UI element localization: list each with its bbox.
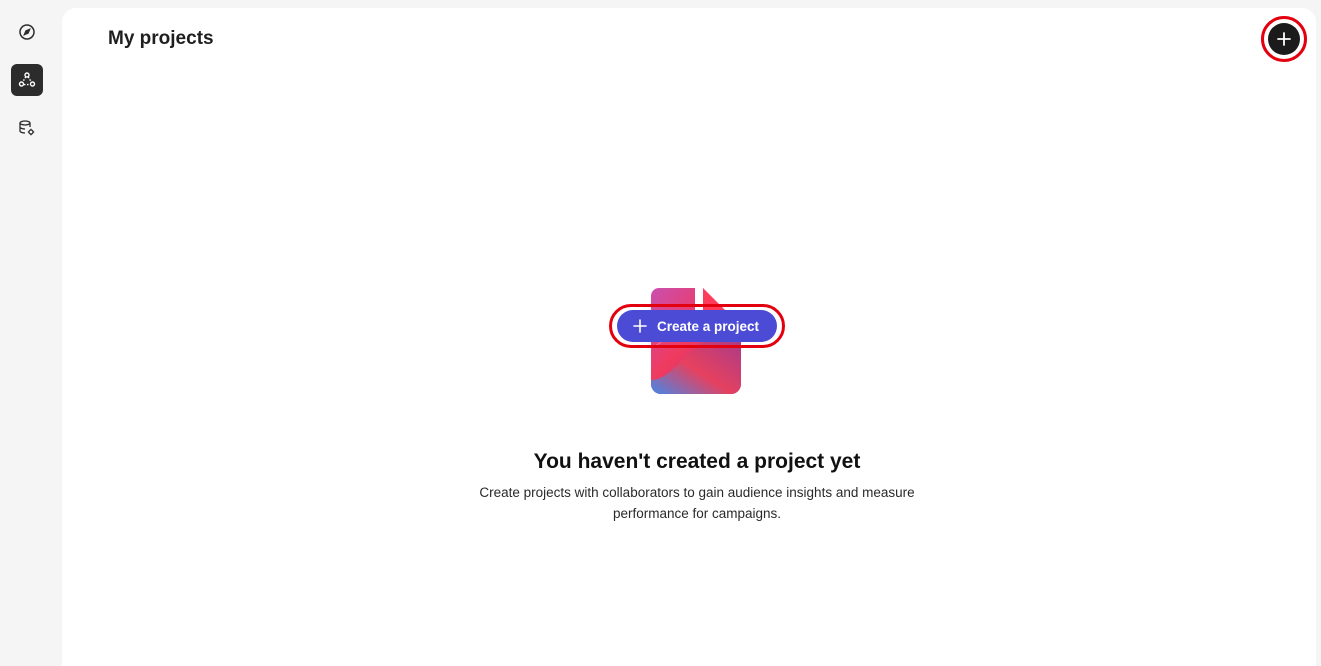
empty-state-title: You haven't created a project yet	[533, 450, 861, 473]
create-project-highlight: Create a project	[608, 304, 786, 348]
empty-state-description: Create projects with collaborators to ga…	[479, 485, 915, 521]
add-project-highlight	[1261, 16, 1307, 62]
main-content: My projects You haven't created a projec…	[62, 8, 1316, 666]
add-project-button[interactable]	[1268, 23, 1300, 55]
create-project-label: Create a project	[656, 318, 760, 334]
page-title: My projects	[108, 28, 214, 49]
plus-icon	[633, 319, 647, 333]
collaboration-nodes-icon	[18, 72, 36, 87]
create-project-button[interactable]: Create a project	[616, 310, 778, 342]
compass-icon	[19, 24, 35, 40]
sidebar-item-explore[interactable]	[11, 16, 43, 48]
database-settings-icon	[19, 120, 35, 136]
sidebar-item-projects[interactable]	[11, 64, 43, 96]
side-navigation	[0, 0, 54, 666]
sidebar-item-data-settings[interactable]	[11, 112, 43, 144]
plus-icon	[1277, 32, 1291, 46]
empty-state: You haven't created a project yet Create…	[62, 288, 1321, 524]
